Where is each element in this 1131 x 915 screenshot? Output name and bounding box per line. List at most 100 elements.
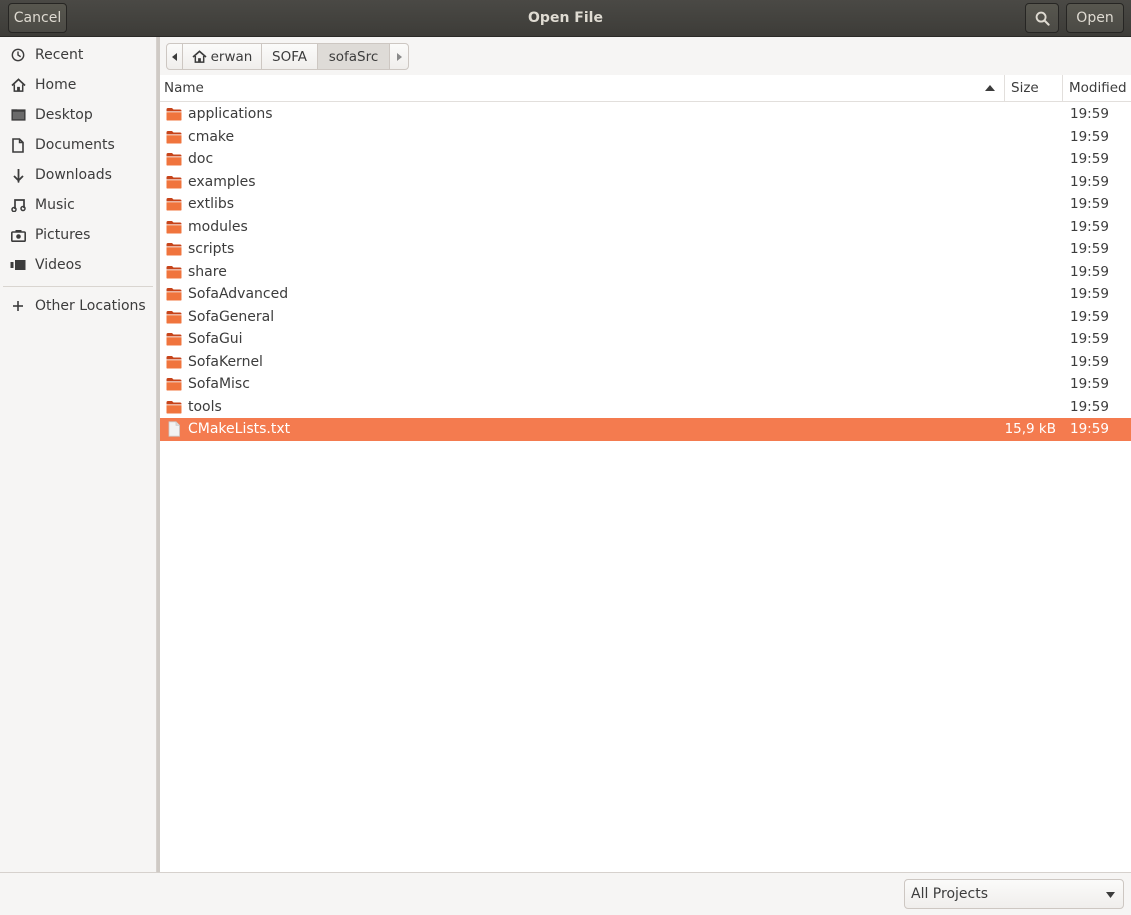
places-sidebar: Recent Home Desktop Documents Downloads … (0, 37, 157, 872)
chevron-right-icon (397, 52, 402, 61)
path-segment-label: erwan (210, 48, 253, 65)
sidebar-item-documents[interactable]: Documents (0, 130, 156, 160)
download-icon (10, 167, 26, 183)
path-segment-sofa[interactable]: SOFA (262, 44, 318, 69)
file-name: SofaGui (188, 331, 243, 348)
column-name-header[interactable]: Name (164, 75, 1004, 101)
column-modified-header[interactable]: Modified (1062, 75, 1131, 101)
sidebar-item-home[interactable]: Home (0, 70, 156, 100)
video-icon (10, 257, 26, 273)
folder-icon (166, 288, 182, 301)
folder-icon (166, 265, 182, 278)
file-row[interactable]: SofaGui 19:59 (160, 328, 1131, 351)
file-name: doc (188, 151, 214, 168)
sidebar-item-label: Other Locations (35, 298, 146, 314)
file-row[interactable]: SofaMisc 19:59 (160, 373, 1131, 396)
sidebar-item-desktop[interactable]: Desktop (0, 100, 156, 130)
file-filter-label: All Projects (911, 886, 988, 902)
file-name: SofaGeneral (188, 308, 275, 325)
file-name: SofaKernel (188, 353, 263, 370)
file-modified: 19:59 (1070, 106, 1109, 123)
file-row[interactable]: scripts 19:59 (160, 238, 1131, 261)
dropdown-arrow-icon (1106, 892, 1115, 898)
header-bar: Cancel Open File Open (0, 0, 1131, 37)
file-modified: 19:59 (1070, 151, 1109, 168)
folder-icon (166, 378, 182, 391)
file-row[interactable]: doc 19:59 (160, 148, 1131, 171)
search-icon (1035, 11, 1050, 26)
file-name: SofaMisc (188, 376, 250, 393)
folder-icon (166, 355, 182, 368)
file-row[interactable]: tools 19:59 (160, 396, 1131, 419)
chevron-left-icon (171, 52, 177, 61)
sidebar-item-videos[interactable]: Videos (0, 250, 156, 280)
file-row[interactable]: SofaAdvanced 19:59 (160, 283, 1131, 306)
clock-icon (10, 47, 26, 63)
file-name: examples (188, 173, 256, 190)
folder-icon (166, 400, 182, 413)
file-list: Name Size Modified applications 19:59 cmak… (160, 75, 1131, 872)
file-name: tools (188, 398, 222, 415)
home-icon (192, 50, 207, 63)
file-name: share (188, 263, 227, 280)
file-name: modules (188, 218, 248, 235)
file-modified: 19:59 (1070, 263, 1109, 280)
file-size: 15,9 kB (1004, 421, 1056, 438)
file-name: applications (188, 106, 273, 123)
path-bar: erwan SOFA sofaSrc (166, 43, 409, 70)
file-row[interactable]: SofaGeneral 19:59 (160, 306, 1131, 329)
file-name: cmake (188, 128, 235, 145)
file-row[interactable]: modules 19:59 (160, 216, 1131, 239)
file-row[interactable]: cmake 19:59 (160, 126, 1131, 149)
open-button[interactable]: Open (1066, 3, 1124, 33)
sidebar-item-label: Desktop (35, 107, 93, 123)
file-row[interactable]: applications 19:59 (160, 103, 1131, 126)
folder-icon (166, 130, 182, 143)
camera-icon (10, 227, 26, 243)
sidebar-item-other-locations[interactable]: Other Locations (0, 291, 156, 321)
path-scroll-left-button[interactable] (167, 44, 183, 69)
sidebar-item-downloads[interactable]: Downloads (0, 160, 156, 190)
sidebar-item-music[interactable]: Music (0, 190, 156, 220)
file-row[interactable]: share 19:59 (160, 261, 1131, 284)
file-modified: 19:59 (1070, 218, 1109, 235)
file-row[interactable]: SofaKernel 19:59 (160, 351, 1131, 374)
file-modified: 19:59 (1070, 241, 1109, 258)
file-modified: 19:59 (1070, 398, 1109, 415)
file-filter-combo[interactable]: All Projects (904, 879, 1124, 909)
dialog-title: Open File (528, 10, 603, 26)
file-modified: 19:59 (1070, 128, 1109, 145)
document-icon (10, 137, 26, 153)
sidebar-item-label: Home (35, 77, 77, 93)
file-modified: 19:59 (1070, 286, 1109, 303)
file-name: SofaAdvanced (188, 286, 289, 303)
music-icon (10, 197, 26, 213)
home-icon (10, 77, 26, 93)
path-scroll-right-button[interactable] (390, 44, 408, 69)
file-modified: 19:59 (1070, 196, 1109, 213)
folder-icon (166, 220, 182, 233)
sidebar-item-pictures[interactable]: Pictures (0, 220, 156, 250)
folder-icon (166, 153, 182, 166)
column-header: Name Size Modified (160, 75, 1131, 102)
path-segment-home[interactable]: erwan (183, 44, 262, 69)
text-file-icon (168, 421, 180, 437)
folder-icon (166, 198, 182, 211)
file-modified: 19:59 (1070, 421, 1109, 438)
folder-icon (166, 175, 182, 188)
cancel-button[interactable]: Cancel (8, 3, 67, 33)
folder-icon (166, 310, 182, 323)
search-button[interactable] (1025, 3, 1059, 33)
sidebar-item-label: Downloads (35, 167, 112, 183)
file-row[interactable]: examples 19:59 (160, 171, 1131, 194)
column-size-header[interactable]: Size (1004, 75, 1062, 101)
desktop-icon (10, 107, 26, 123)
sidebar-item-recent[interactable]: Recent (0, 40, 156, 70)
folder-icon (166, 108, 182, 121)
path-segment-sofasrc[interactable]: sofaSrc (318, 44, 390, 69)
file-row[interactable]: CMakeLists.txt 15,9 kB 19:59 (160, 418, 1131, 441)
folder-icon (166, 333, 182, 346)
plus-icon (10, 298, 26, 314)
file-modified: 19:59 (1070, 308, 1109, 325)
file-row[interactable]: extlibs 19:59 (160, 193, 1131, 216)
